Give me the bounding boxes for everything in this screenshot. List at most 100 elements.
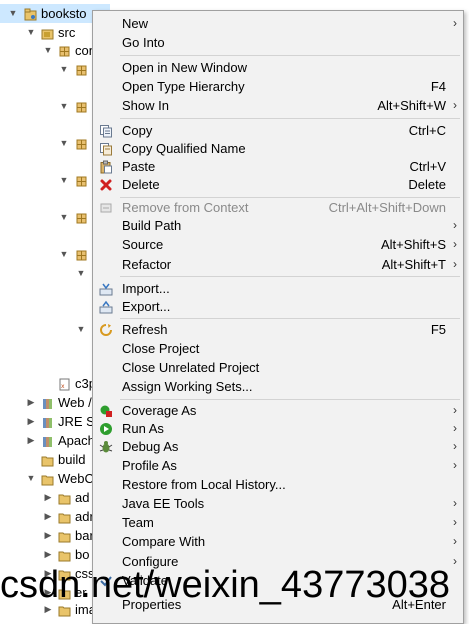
package-icon bbox=[75, 100, 88, 113]
coverage-icon bbox=[99, 404, 113, 418]
submenu-arrow-icon: › bbox=[453, 218, 457, 232]
chevron-down-icon[interactable]: ▼ bbox=[26, 23, 36, 42]
chevron-down-icon[interactable]: ▼ bbox=[76, 320, 86, 339]
refresh-icon bbox=[99, 323, 113, 337]
chevron-down-icon[interactable]: ▼ bbox=[59, 60, 69, 79]
menu-item-open-in-new-window[interactable]: Open in New Window bbox=[93, 58, 463, 77]
menu-item-label: Coverage As bbox=[122, 403, 197, 418]
menu-item-label: Open in New Window bbox=[122, 60, 247, 75]
menu-item-delete[interactable]: Delete Delete bbox=[93, 175, 463, 194]
import-icon bbox=[99, 282, 113, 296]
chevron-down-icon[interactable]: ▼ bbox=[59, 97, 69, 116]
library-icon bbox=[41, 434, 54, 447]
menu-item-label: Paste bbox=[122, 159, 156, 174]
menu-item-refresh[interactable]: Refresh F5 bbox=[93, 320, 463, 339]
run-icon bbox=[99, 422, 113, 436]
menu-item-label: Remove from Context bbox=[122, 200, 249, 215]
chevron-down-icon[interactable]: ▼ bbox=[26, 469, 36, 488]
menu-separator bbox=[120, 276, 460, 277]
copy-icon bbox=[99, 124, 113, 138]
menu-shortcut: Alt+Shift+S bbox=[380, 237, 446, 252]
chevron-down-icon[interactable]: ▼ bbox=[76, 264, 86, 283]
menu-item-paste[interactable]: Paste Ctrl+V bbox=[93, 157, 463, 176]
tree-item-label: src bbox=[58, 25, 76, 40]
menu-item-run-as[interactable]: Run As › bbox=[93, 419, 463, 438]
chevron-right-icon[interactable]: ▶ bbox=[26, 431, 36, 450]
menu-separator bbox=[120, 118, 460, 119]
menu-item-open-type-hierarchy[interactable]: Open Type Hierarchy F4 bbox=[93, 77, 463, 96]
chevron-down-icon[interactable]: ▼ bbox=[43, 41, 53, 60]
menu-shortcut: Delete bbox=[408, 177, 446, 192]
menu-separator bbox=[120, 55, 460, 56]
menu-shortcut: Ctrl+C bbox=[408, 123, 446, 138]
submenu-arrow-icon: › bbox=[453, 237, 457, 251]
menu-item-debug-as[interactable]: Debug As › bbox=[93, 437, 463, 456]
menu-item-team[interactable]: Team › bbox=[93, 513, 463, 532]
menu-item-label: Delete bbox=[122, 177, 160, 192]
menu-item-profile-as[interactable]: Profile As › bbox=[93, 456, 463, 475]
menu-item-java-ee-tools[interactable]: Java EE Tools › bbox=[93, 494, 463, 513]
menu-item-close-unrelated-project[interactable]: Close Unrelated Project bbox=[93, 358, 463, 377]
delete-icon bbox=[99, 178, 113, 192]
menu-item-remove-from-context[interactable]: Remove from Context Ctrl+Alt+Shift+Down bbox=[93, 198, 463, 217]
chevron-down-icon[interactable]: ▼ bbox=[8, 4, 18, 23]
menu-item-assign-working-sets[interactable]: Assign Working Sets... bbox=[93, 377, 463, 396]
context-menu: New › Go Into Open in New Window Open Ty… bbox=[92, 10, 464, 624]
menu-item-compare-with[interactable]: Compare With › bbox=[93, 532, 463, 551]
tree-item-label: build bbox=[58, 452, 86, 467]
chevron-right-icon[interactable]: ▶ bbox=[43, 507, 53, 526]
menu-item-copy-qualified-name[interactable]: Copy Qualified Name bbox=[93, 139, 463, 158]
source-folder-icon bbox=[41, 26, 54, 40]
chevron-right-icon[interactable]: ▶ bbox=[43, 488, 53, 507]
chevron-down-icon[interactable]: ▼ bbox=[59, 245, 69, 264]
menu-item-source[interactable]: Source Alt+Shift+S › bbox=[93, 235, 463, 254]
paste-icon bbox=[99, 160, 113, 174]
copy-qualified-icon bbox=[99, 142, 113, 156]
chevron-down-icon[interactable]: ▼ bbox=[59, 171, 69, 190]
folder-icon bbox=[41, 472, 54, 486]
menu-item-build-path[interactable]: Build Path › bbox=[93, 216, 463, 235]
menu-item-import[interactable]: Import... bbox=[93, 279, 463, 298]
menu-item-label: Import... bbox=[122, 281, 170, 296]
chevron-down-icon[interactable]: ▼ bbox=[59, 134, 69, 153]
tree-item-label: Apach bbox=[58, 433, 95, 448]
folder-icon bbox=[41, 453, 54, 467]
menu-shortcut: Alt+Shift+T bbox=[381, 257, 446, 272]
tree-item-label: WebC bbox=[58, 471, 94, 486]
submenu-arrow-icon: › bbox=[453, 403, 457, 417]
menu-item-label: Show In bbox=[122, 98, 169, 113]
tree-item-label: Web / bbox=[58, 395, 92, 410]
menu-item-label: New bbox=[122, 16, 149, 31]
folder-icon bbox=[58, 510, 71, 524]
menu-shortcut: F4 bbox=[430, 79, 446, 94]
menu-item-label: Team bbox=[122, 515, 154, 530]
submenu-arrow-icon: › bbox=[453, 257, 457, 271]
menu-item-coverage-as[interactable]: Coverage As › bbox=[93, 401, 463, 420]
tree-item-label: adr bbox=[75, 509, 94, 524]
menu-item-go-into[interactable]: Go Into bbox=[93, 33, 463, 52]
menu-item-refactor[interactable]: Refactor Alt+Shift+T › bbox=[93, 255, 463, 274]
chevron-right-icon[interactable]: ▶ bbox=[26, 412, 36, 431]
menu-item-label: Source bbox=[122, 237, 164, 252]
submenu-arrow-icon: › bbox=[453, 515, 457, 529]
menu-separator bbox=[120, 399, 460, 400]
menu-item-show-in[interactable]: Show In Alt+Shift+W › bbox=[93, 96, 463, 115]
library-icon bbox=[41, 415, 54, 428]
tree-item-label: booksto bbox=[41, 6, 87, 21]
chevron-right-icon[interactable]: ▶ bbox=[26, 393, 36, 412]
remove-context-icon bbox=[99, 201, 113, 215]
menu-item-close-project[interactable]: Close Project bbox=[93, 339, 463, 358]
menu-item-label: Assign Working Sets... bbox=[122, 379, 253, 394]
submenu-arrow-icon: › bbox=[453, 16, 457, 30]
menu-item-new[interactable]: New › bbox=[93, 14, 463, 33]
submenu-arrow-icon: › bbox=[453, 421, 457, 435]
submenu-arrow-icon: › bbox=[453, 496, 457, 510]
menu-item-copy[interactable]: Copy Ctrl+C bbox=[93, 121, 463, 140]
package-icon bbox=[75, 137, 88, 150]
chevron-down-icon[interactable]: ▼ bbox=[59, 208, 69, 227]
chevron-right-icon[interactable]: ▶ bbox=[43, 526, 53, 545]
menu-item-label: Copy bbox=[122, 123, 153, 138]
menu-item-export[interactable]: Export... bbox=[93, 297, 463, 316]
menu-item-restore-from-local-history[interactable]: Restore from Local History... bbox=[93, 475, 463, 494]
menu-item-label: Export... bbox=[122, 299, 171, 314]
